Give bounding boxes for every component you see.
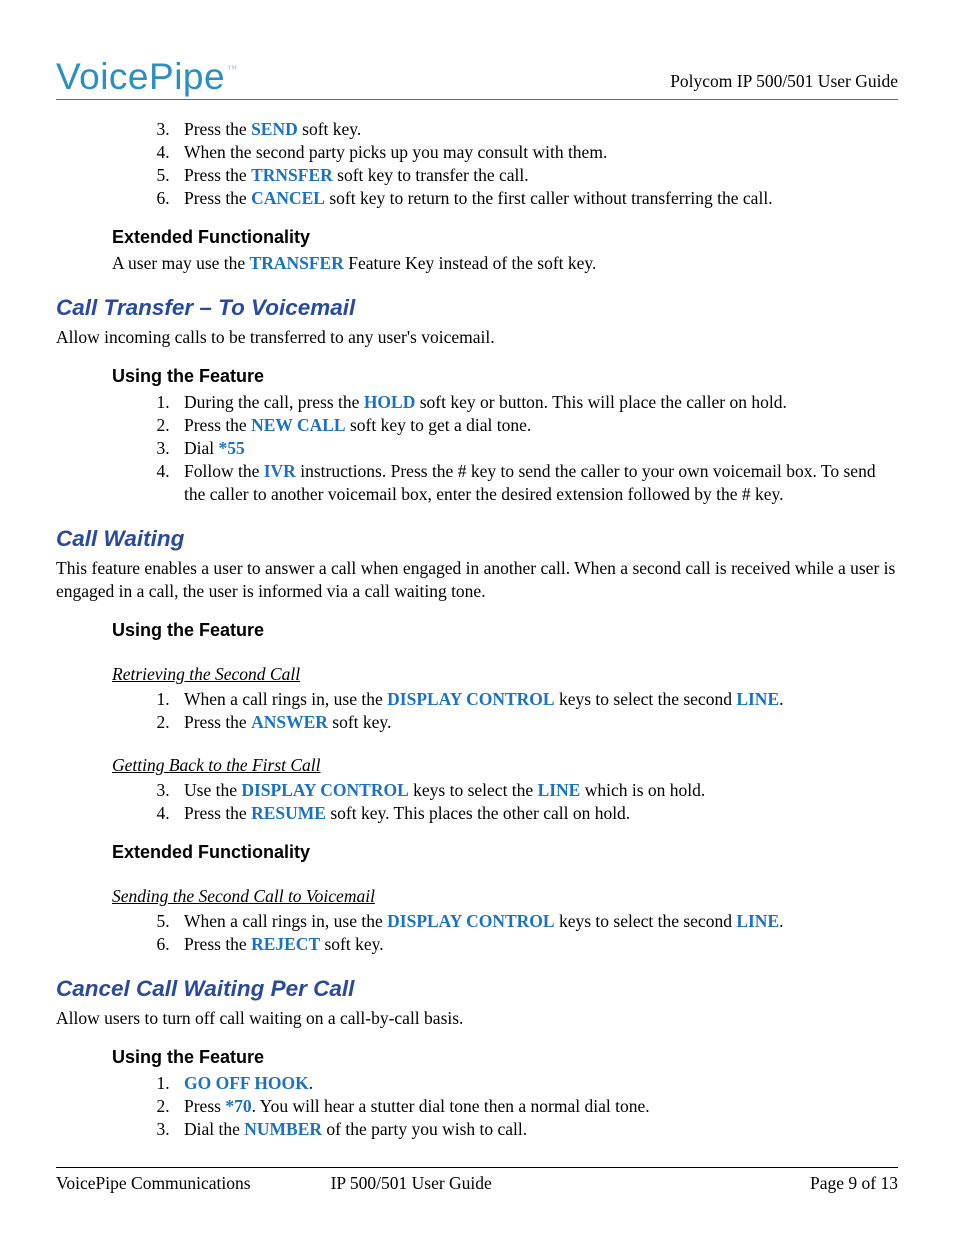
trademark-icon: ™ bbox=[227, 63, 237, 76]
heading-cancel-cw: Cancel Call Waiting Per Call bbox=[56, 974, 898, 1004]
key-display: DISPLAY CONTROL bbox=[241, 780, 408, 800]
ctv-steps: During the call, press the HOLD soft key… bbox=[164, 391, 898, 506]
list-item: Press the CANCEL soft key to return to t… bbox=[174, 187, 898, 210]
list-item: Press the RESUME soft key. This places t… bbox=[174, 802, 898, 825]
key-answer: ANSWER bbox=[251, 712, 328, 732]
heading-call-waiting: Call Waiting bbox=[56, 524, 898, 554]
key-reject: REJECT bbox=[251, 934, 320, 954]
list-item: When a call rings in, use the DISPLAY CO… bbox=[174, 688, 898, 711]
key-resume: RESUME bbox=[251, 803, 326, 823]
page-footer: VoicePipe Communications IP 500/501 User… bbox=[56, 1167, 898, 1195]
footer-doc: IP 500/501 User Guide bbox=[331, 1172, 492, 1195]
list-item: When the second party picks up you may c… bbox=[174, 141, 898, 164]
ctv-intro: Allow incoming calls to be transferred t… bbox=[56, 326, 898, 349]
ccw-steps: GO OFF HOOK. Press *70. You will hear a … bbox=[164, 1072, 898, 1141]
list-item: When a call rings in, use the DISPLAY CO… bbox=[174, 910, 898, 933]
key-display: DISPLAY CONTROL bbox=[387, 689, 554, 709]
key-cancel: CANCEL bbox=[251, 188, 325, 208]
brand-logo: VoicePipe ™ bbox=[56, 58, 237, 95]
brand-name: VoicePipe bbox=[56, 58, 225, 95]
list-item: Press *70. You will hear a stutter dial … bbox=[174, 1095, 898, 1118]
list-item: Press the ANSWER soft key. bbox=[174, 711, 898, 734]
key-offhook: GO OFF HOOK bbox=[184, 1073, 309, 1093]
code-star70: *70 bbox=[225, 1096, 251, 1116]
heading-extended-1: Extended Functionality bbox=[112, 226, 898, 250]
key-ivr: IVR bbox=[264, 461, 296, 481]
list-item: Use the DISPLAY CONTROL keys to select t… bbox=[174, 779, 898, 802]
key-line: LINE bbox=[736, 689, 779, 709]
extended-para-1: A user may use the TRANSFER Feature Key … bbox=[112, 252, 898, 275]
list-item: Press the TRNSFER soft key to transfer t… bbox=[174, 164, 898, 187]
subhead-retrieving: Retrieving the Second Call bbox=[112, 663, 898, 686]
transfer-steps-cont: Press the SEND soft key. When the second… bbox=[164, 118, 898, 210]
ccw-intro: Allow users to turn off call waiting on … bbox=[56, 1007, 898, 1030]
key-line: LINE bbox=[736, 911, 779, 931]
cw-steps-b: Use the DISPLAY CONTROL keys to select t… bbox=[164, 779, 898, 825]
subhead-getting-back: Getting Back to the First Call bbox=[112, 754, 898, 777]
code-star55: *55 bbox=[219, 438, 245, 458]
cw-steps-c: When a call rings in, use the DISPLAY CO… bbox=[164, 910, 898, 956]
page-header: VoicePipe ™ Polycom IP 500/501 User Guid… bbox=[56, 58, 898, 100]
heading-utf-1: Using the Feature bbox=[112, 365, 898, 389]
heading-extended-2: Extended Functionality bbox=[112, 841, 898, 865]
cw-intro: This feature enables a user to answer a … bbox=[56, 557, 898, 603]
list-item: During the call, press the HOLD soft key… bbox=[174, 391, 898, 414]
key-display: DISPLAY CONTROL bbox=[387, 911, 554, 931]
key-send: SEND bbox=[251, 119, 298, 139]
key-number: NUMBER bbox=[244, 1119, 322, 1139]
subhead-send-vm: Sending the Second Call to Voicemail bbox=[112, 885, 898, 908]
list-item: Dial *55 bbox=[174, 437, 898, 460]
list-item: Dial the NUMBER of the party you wish to… bbox=[174, 1118, 898, 1141]
footer-page: Page 9 of 13 bbox=[810, 1172, 898, 1195]
header-doc-title: Polycom IP 500/501 User Guide bbox=[670, 70, 898, 93]
heading-utf-3: Using the Feature bbox=[112, 1046, 898, 1070]
cw-steps-a: When a call rings in, use the DISPLAY CO… bbox=[164, 688, 898, 734]
key-hold: HOLD bbox=[364, 392, 416, 412]
key-line: LINE bbox=[538, 780, 581, 800]
heading-call-transfer-vm: Call Transfer – To Voicemail bbox=[56, 293, 898, 323]
list-item: Press the NEW CALL soft key to get a dia… bbox=[174, 414, 898, 437]
list-item: Follow the IVR instructions. Press the #… bbox=[174, 460, 898, 506]
footer-company: VoicePipe Communications bbox=[56, 1172, 251, 1195]
heading-utf-2: Using the Feature bbox=[112, 619, 898, 643]
list-item: Press the REJECT soft key. bbox=[174, 933, 898, 956]
key-transfer: TRANSFER bbox=[250, 253, 344, 273]
key-trnsfer: TRNSFER bbox=[251, 165, 333, 185]
list-item: Press the SEND soft key. bbox=[174, 118, 898, 141]
key-newcall: NEW CALL bbox=[251, 415, 346, 435]
list-item: GO OFF HOOK. bbox=[174, 1072, 898, 1095]
